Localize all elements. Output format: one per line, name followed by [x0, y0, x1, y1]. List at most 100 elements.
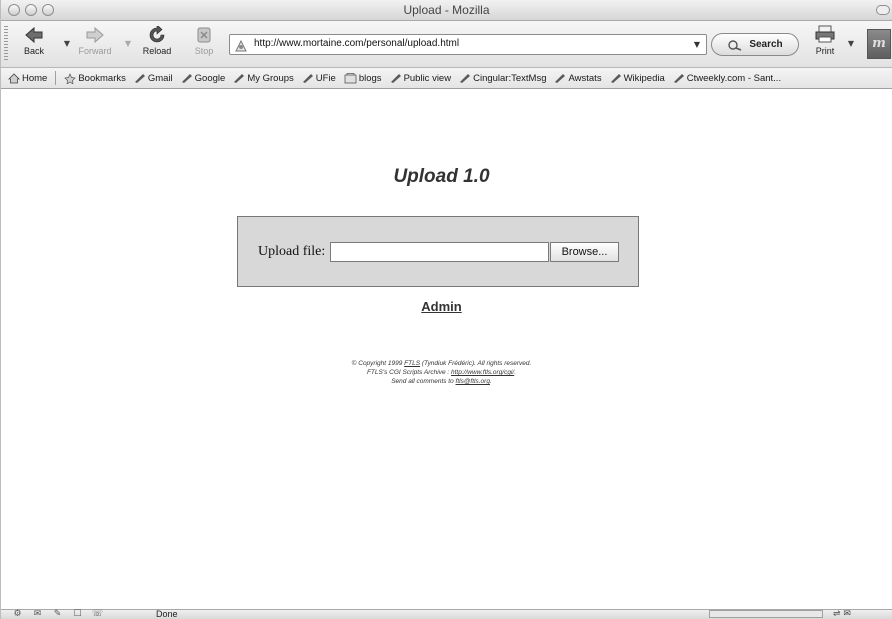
bookmark-label: blogs: [358, 72, 382, 84]
bookmark-label: UFie: [315, 72, 336, 84]
bookmark-label: My Groups: [247, 72, 294, 84]
status-bar: ⚙ ✉ ✎ ☐ ☏ Done ⇌ ✉: [1, 609, 892, 619]
page-content: Upload 1.0 Upload file: Browse... Admin …: [2, 91, 881, 609]
bookmarks-menu-button[interactable]: Bookmarks: [64, 73, 126, 84]
search-label: Search: [749, 39, 783, 50]
chat-icon[interactable]: ☏: [91, 609, 104, 619]
stop-label: Stop: [194, 46, 214, 56]
copyright-footer: © Copyright 1999 FTLS (Tyndiuk Frédéric)…: [2, 359, 881, 386]
toolbar-grip[interactable]: [4, 26, 8, 62]
search-icon: [728, 39, 742, 51]
back-label: Back: [23, 46, 44, 56]
bookmark-label: Google: [194, 72, 226, 84]
email-link[interactable]: ftls@ftls.org: [456, 378, 490, 385]
archive-text: FTLS's CGI Scripts Archive :: [366, 369, 452, 376]
reload-button[interactable]: Reload: [134, 24, 180, 64]
folder-icon: [344, 72, 357, 83]
bookmark-item[interactable]: Awstats: [554, 72, 602, 84]
bookmark-folder[interactable]: blogs: [344, 73, 382, 84]
bookmark-pen-icon: [234, 74, 245, 83]
bookmark-pen-icon: [390, 74, 401, 83]
bookmark-label: Gmail: [147, 72, 173, 84]
stop-icon: [193, 25, 215, 45]
footer-line-1: © Copyright 1999 FTLS (Tyndiuk Frédéric)…: [2, 359, 881, 368]
vertical-scrollbar[interactable]: [881, 91, 892, 609]
bookmark-item[interactable]: My Groups: [233, 72, 294, 84]
toolbar-toggle-button[interactable]: [876, 5, 890, 15]
forward-label: Forward: [78, 46, 112, 56]
bookmark-label: Awstats: [568, 72, 602, 84]
back-button[interactable]: Back: [11, 24, 57, 64]
bookmark-item[interactable]: Cingular:TextMsg: [459, 73, 546, 84]
upload-form: Upload file: Browse...: [237, 216, 639, 287]
url-field[interactable]: http://www.mortaine.com/personal/upload.…: [229, 34, 707, 55]
bookmark-item[interactable]: Ctweekly.com - Sant...: [673, 73, 781, 84]
bookmark-pen-icon: [302, 74, 313, 83]
copyright-text: © Copyright 1999: [351, 360, 405, 367]
page-proxy-icon[interactable]: [234, 38, 248, 52]
url-history-dropdown[interactable]: ▼: [690, 36, 704, 53]
title-bar: Upload - Mozilla: [1, 0, 892, 21]
bookmark-item[interactable]: UFie: [302, 73, 336, 84]
bookmark-pen-icon: [460, 74, 471, 83]
back-history-dropdown[interactable]: ▼: [63, 40, 71, 48]
address-book-icon[interactable]: ☐: [71, 609, 84, 619]
bookmark-label: Cingular:TextMsg: [473, 72, 547, 84]
print-label: Print: [815, 46, 835, 56]
print-dropdown[interactable]: ▼: [847, 40, 855, 48]
bookmark-pen-icon: [610, 74, 621, 83]
bookmark-pen-icon: [555, 74, 566, 83]
browse-button[interactable]: Browse...: [550, 242, 619, 262]
ftls-link[interactable]: FTLS: [404, 360, 420, 367]
reload-icon: [146, 25, 168, 45]
stop-button[interactable]: Stop: [181, 24, 227, 64]
bookmarks-icon: [64, 72, 77, 84]
comments-text: Send all comments to: [391, 378, 456, 385]
navigation-toolbar: Back ▼ Forward ▼ Reload Stop http://www.…: [1, 21, 892, 68]
search-button[interactable]: Search: [711, 33, 799, 56]
component-icons: ⚙ ✉ ✎ ☐ ☏: [11, 609, 104, 619]
url-text: http://www.mortaine.com/personal/upload.…: [254, 38, 460, 49]
forward-arrow-icon: [84, 25, 106, 45]
throbber-logo-icon[interactable]: m: [867, 29, 891, 59]
archive-period: .: [514, 369, 517, 376]
bookmark-pen-icon: [181, 74, 192, 83]
printer-icon: [814, 25, 836, 45]
status-text: Done: [156, 609, 178, 619]
back-arrow-icon: [23, 25, 45, 45]
bookmarks-label: Bookmarks: [78, 72, 126, 84]
print-button[interactable]: Print: [807, 24, 843, 64]
bookmark-item[interactable]: Public view: [390, 73, 451, 84]
window-title: Upload - Mozilla: [403, 3, 490, 17]
home-button[interactable]: Home: [8, 73, 47, 84]
navigator-icon[interactable]: ⚙: [11, 609, 24, 619]
bookmark-pen-icon: [673, 74, 684, 83]
home-label: Home: [22, 72, 48, 84]
home-icon: [8, 72, 20, 83]
bookmark-item[interactable]: Google: [181, 72, 226, 84]
bookmark-item[interactable]: Wikipedia: [610, 73, 665, 84]
forward-history-dropdown[interactable]: ▼: [124, 40, 132, 48]
bookmark-item[interactable]: Gmail: [134, 73, 173, 84]
reload-label: Reload: [142, 46, 172, 56]
forward-button[interactable]: Forward: [72, 24, 118, 64]
mail-icon[interactable]: ✉: [31, 609, 44, 619]
progress-meter: [709, 610, 823, 618]
personal-toolbar: Home Bookmarks Gmail Google My Groups UF…: [1, 68, 892, 89]
archive-link[interactable]: http://www.ftls.org/cgi/: [451, 369, 514, 376]
bookmark-label: Ctweekly.com - Sant...: [686, 72, 782, 84]
composer-icon[interactable]: ✎: [51, 609, 64, 619]
browser-window: Upload - Mozilla Back ▼ Forward ▼ Reload: [0, 0, 892, 619]
upload-file-label: Upload file:: [258, 244, 326, 259]
footer-line-2: FTLS's CGI Scripts Archive : http://www.…: [2, 368, 881, 377]
bookmark-pen-icon: [134, 74, 145, 83]
admin-link[interactable]: Admin: [421, 299, 461, 314]
admin-link-wrapper: Admin: [2, 299, 881, 315]
file-path-input[interactable]: [330, 242, 549, 262]
page-title: Upload 1.0: [393, 166, 490, 187]
comments-period: .: [489, 378, 492, 385]
toolbar-separator: [55, 71, 57, 85]
bookmark-label: Wikipedia: [623, 72, 665, 84]
copyright-owner-text: (Tyndiuk Frédéric). All rights reserved.: [420, 360, 532, 367]
online-status-icon[interactable]: ⇌ ✉: [833, 609, 851, 619]
